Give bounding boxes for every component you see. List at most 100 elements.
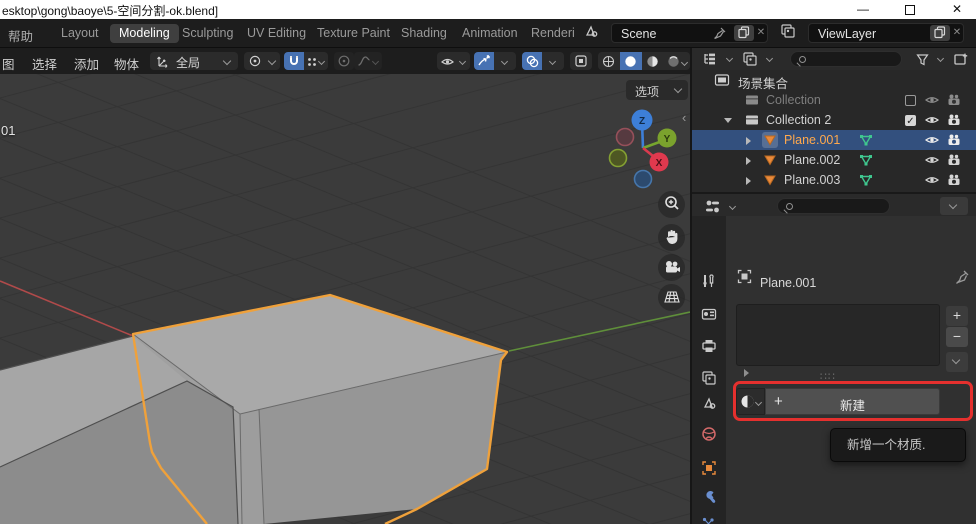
tab-world[interactable] bbox=[701, 426, 717, 442]
outliner-row-plane-002[interactable]: Plane.002 bbox=[692, 150, 976, 170]
collection-checkbox[interactable] bbox=[905, 95, 916, 106]
eye-icon[interactable] bbox=[924, 92, 940, 108]
editor-type-dropdown[interactable] bbox=[700, 50, 734, 68]
pivot-point-dropdown[interactable] bbox=[244, 52, 280, 70]
region-collapse-arrow[interactable]: ‹ bbox=[682, 110, 686, 125]
expand-triangle-icon[interactable] bbox=[744, 369, 749, 377]
expand-triangle-icon[interactable] bbox=[746, 137, 751, 145]
tab-particles[interactable] bbox=[701, 516, 717, 524]
view-layer-remove-icon[interactable]: ✕ bbox=[950, 25, 964, 41]
eye-icon[interactable] bbox=[924, 172, 940, 188]
maximize-button[interactable] bbox=[893, 0, 927, 19]
tab-modifiers[interactable] bbox=[701, 488, 717, 504]
scene-unlink-icon[interactable]: ✕ bbox=[754, 25, 768, 41]
shading-solid-button[interactable] bbox=[620, 52, 642, 70]
tab-object[interactable] bbox=[701, 460, 717, 476]
show-gizmos-toggle[interactable] bbox=[474, 52, 494, 70]
chevron-down-icon bbox=[318, 58, 325, 65]
expand-triangle-icon[interactable] bbox=[746, 177, 751, 185]
material-sphere-icon bbox=[646, 55, 659, 71]
window-title: esktop\gong\baoye\5-空间分割-ok.blend] bbox=[2, 2, 218, 19]
workspace-uv-editing[interactable]: UV Editing bbox=[238, 24, 315, 43]
eye-icon[interactable] bbox=[924, 112, 940, 128]
toggle-xray-button[interactable] bbox=[570, 52, 592, 70]
camera-icon[interactable] bbox=[946, 132, 962, 148]
new-collection-button[interactable] bbox=[952, 50, 972, 68]
transform-orientation-dropdown[interactable]: 全局 bbox=[150, 52, 238, 70]
scene-field[interactable]: Scene ✕ bbox=[611, 23, 768, 43]
view-layer-field[interactable]: ViewLayer ✕ bbox=[808, 23, 964, 43]
object-types-visibility-dropdown[interactable] bbox=[437, 52, 470, 70]
workspace-modeling[interactable]: Modeling bbox=[110, 24, 179, 43]
move-view-button[interactable] bbox=[658, 224, 685, 251]
filter-dropdown[interactable] bbox=[914, 50, 944, 68]
help-menu[interactable]: 帮助 bbox=[8, 26, 33, 45]
camera-icon[interactable] bbox=[946, 172, 962, 188]
display-mode-dropdown[interactable] bbox=[740, 50, 774, 68]
maximize-icon bbox=[905, 5, 915, 15]
slot-specials-dropdown[interactable] bbox=[946, 352, 968, 372]
properties-editor-type-dropdown[interactable] bbox=[702, 197, 736, 215]
camera-icon[interactable] bbox=[946, 112, 962, 128]
grid-ortho-button[interactable] bbox=[658, 284, 685, 311]
camera-view-button[interactable] bbox=[658, 254, 685, 281]
overlays-dropdown[interactable] bbox=[542, 52, 564, 70]
properties-search-input[interactable] bbox=[777, 198, 890, 214]
axes-icon bbox=[156, 54, 170, 71]
properties-editor: Plane.001 + − ∷∷ + 新建 新增一个材质. bbox=[692, 216, 976, 524]
outliner-row-collection-2[interactable]: Collection 2 ✓ bbox=[692, 110, 976, 130]
copy-icon[interactable] bbox=[734, 25, 754, 41]
outliner-row-plane-003[interactable]: Plane.003 bbox=[692, 170, 976, 190]
workspace-layout[interactable]: Layout bbox=[52, 24, 108, 43]
pin-icon[interactable] bbox=[712, 26, 727, 44]
camera-icon[interactable] bbox=[946, 92, 962, 108]
tab-scene[interactable] bbox=[701, 395, 717, 411]
add-menu[interactable]: 添加 bbox=[74, 54, 99, 73]
viewport-3d[interactable]: Z Y X 01 选项 ‹ bbox=[0, 74, 690, 524]
shading-wireframe-button[interactable] bbox=[598, 52, 620, 70]
gizmos-dropdown[interactable] bbox=[494, 52, 516, 70]
workspace-texture-paint[interactable]: Texture Paint bbox=[308, 24, 399, 43]
outliner-row-plane-001[interactable]: Plane.001 bbox=[692, 130, 976, 150]
collection-checkbox[interactable]: ✓ bbox=[905, 115, 916, 126]
minimize-button[interactable]: — bbox=[846, 0, 880, 19]
tab-view-layer[interactable] bbox=[701, 370, 717, 386]
outliner-search-input[interactable] bbox=[790, 51, 902, 67]
snap-settings-dropdown[interactable] bbox=[304, 52, 328, 70]
pin-icon[interactable] bbox=[954, 269, 970, 285]
remove-slot-button[interactable]: − bbox=[946, 327, 968, 347]
outliner-row-collection[interactable]: Collection bbox=[692, 90, 976, 110]
mesh-object-icon bbox=[762, 152, 778, 168]
proportional-falloff-dropdown[interactable] bbox=[354, 52, 382, 70]
workspace-rendering[interactable]: Renderi bbox=[522, 24, 584, 43]
tab-render[interactable] bbox=[701, 306, 717, 322]
gizmo-x-label: X bbox=[656, 158, 663, 169]
workspace-shading[interactable]: Shading bbox=[392, 24, 456, 43]
properties-options-dropdown[interactable] bbox=[940, 197, 968, 215]
add-slot-button[interactable]: + bbox=[946, 306, 968, 326]
view-menu[interactable]: 图 bbox=[2, 54, 15, 73]
options-dropdown[interactable]: 选项 bbox=[626, 80, 688, 100]
proportional-editing-toggle[interactable] bbox=[334, 52, 354, 70]
close-button[interactable]: ✕ bbox=[940, 0, 974, 19]
tab-output[interactable] bbox=[701, 338, 717, 354]
camera-icon[interactable] bbox=[946, 152, 962, 168]
collapse-triangle-icon[interactable] bbox=[724, 118, 732, 123]
workspace-sculpting[interactable]: Sculpting bbox=[173, 24, 242, 43]
tab-tool[interactable] bbox=[701, 273, 717, 289]
show-overlays-toggle[interactable] bbox=[522, 52, 542, 70]
chevron-down-icon bbox=[766, 55, 773, 62]
snap-toggle[interactable] bbox=[284, 52, 304, 70]
zoom-button[interactable] bbox=[658, 191, 685, 218]
object-menu[interactable]: 物体 bbox=[114, 54, 139, 73]
eye-icon[interactable] bbox=[924, 152, 940, 168]
workspace-animation[interactable]: Animation bbox=[453, 24, 527, 43]
select-menu[interactable]: 选择 bbox=[32, 54, 57, 73]
material-slot-list[interactable] bbox=[736, 304, 940, 366]
shading-rendered-button[interactable] bbox=[664, 52, 690, 70]
outliner-row-scene-collection[interactable]: 场景集合 bbox=[692, 70, 976, 90]
expand-triangle-icon[interactable] bbox=[746, 157, 751, 165]
eye-icon[interactable] bbox=[924, 132, 940, 148]
copy-icon[interactable] bbox=[930, 25, 950, 41]
shading-material-button[interactable] bbox=[642, 52, 664, 70]
